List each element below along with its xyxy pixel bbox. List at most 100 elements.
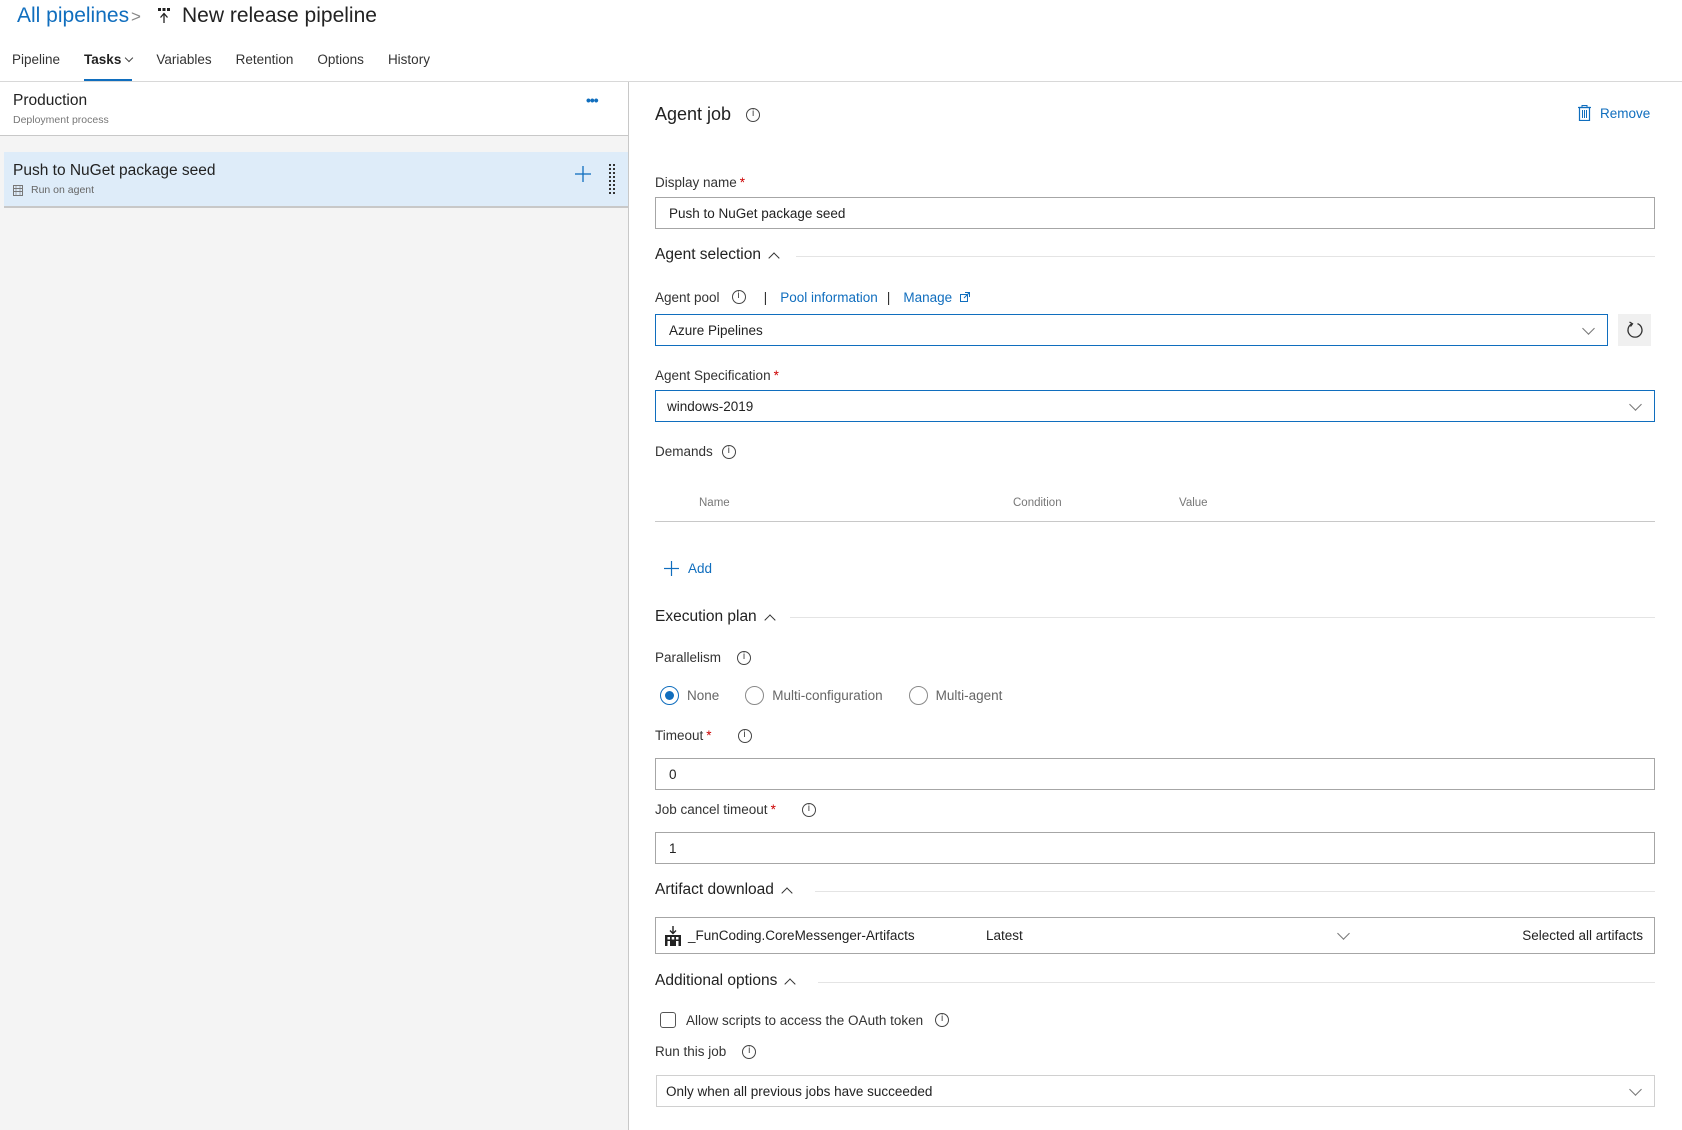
info-icon[interactable] xyxy=(721,444,736,459)
refresh-icon xyxy=(1626,321,1643,338)
run-this-job-select[interactable]: Only when all previous jobs have succeed… xyxy=(656,1075,1655,1107)
display-name-label-text: Display name xyxy=(655,175,737,190)
radio-label: Multi-agent xyxy=(935,688,1003,703)
job-subtitle: Run on agent xyxy=(31,184,95,196)
agent-pool-select[interactable]: Azure Pipelines xyxy=(655,314,1608,346)
radio-button[interactable] xyxy=(745,686,765,705)
radio-label: Multi-configuration xyxy=(772,688,883,703)
required-mark: * xyxy=(773,368,779,383)
drag-handle-icon[interactable] xyxy=(608,164,616,194)
oauth-token-checkbox[interactable] xyxy=(660,1012,676,1028)
demands-row: Demands xyxy=(655,444,736,459)
agent-specification-label: Agent Specification * xyxy=(655,368,779,383)
info-icon[interactable] xyxy=(935,1013,950,1027)
tab-label: Pipeline xyxy=(12,52,61,67)
timeout-row: Timeout * xyxy=(655,728,752,743)
pool-information-link[interactable]: Pool information xyxy=(780,290,878,305)
job-name: Push to NuGet package seed xyxy=(13,162,216,179)
chevron-up-icon xyxy=(781,887,793,899)
oauth-token-label[interactable]: Allow scripts to access the OAuth token xyxy=(686,1013,923,1028)
display-name-input[interactable]: Push to NuGet package seed xyxy=(655,197,1655,229)
demands-label: Demands xyxy=(655,444,713,459)
radio-none[interactable]: None xyxy=(660,686,719,705)
execution-plan-header[interactable]: Execution plan xyxy=(655,608,776,626)
agent-specification-select[interactable]: windows-2019 xyxy=(655,390,1655,422)
tab-pipeline[interactable]: Pipeline xyxy=(0,50,72,81)
radio-label: None xyxy=(687,688,720,703)
section-divider xyxy=(815,891,1655,892)
stage-header[interactable]: Production Deployment process ••• xyxy=(0,82,628,136)
add-demand-button[interactable]: Add xyxy=(664,561,712,576)
demands-table-divider xyxy=(655,521,1655,522)
more-options-icon[interactable]: ••• xyxy=(586,92,599,108)
agent-selection-header[interactable]: Agent selection xyxy=(655,246,780,264)
artifact-version[interactable]: Latest xyxy=(986,928,1023,943)
tab-label: Tasks xyxy=(84,52,122,67)
agent-job-title-text: Agent job xyxy=(655,104,732,124)
job-cancel-timeout-row: Job cancel timeout * xyxy=(655,802,816,817)
required-mark: * xyxy=(770,802,776,817)
radio-multi-agent[interactable]: Multi-agent xyxy=(908,686,1003,705)
tab-variables[interactable]: Variables xyxy=(144,50,223,81)
add-label: Add xyxy=(688,561,713,576)
radio-button[interactable] xyxy=(660,686,679,705)
artifact-selection[interactable]: Selected all artifacts xyxy=(1522,928,1643,943)
timeout-input[interactable]: 0 xyxy=(655,758,1655,790)
timeout-value: 0 xyxy=(669,766,677,782)
tab-tasks[interactable]: Tasks xyxy=(72,50,144,81)
separator: | xyxy=(763,289,768,305)
chevron-up-icon xyxy=(764,614,776,626)
job-cancel-timeout-value: 1 xyxy=(669,840,677,856)
display-name-label: Display name * xyxy=(655,175,745,190)
external-link-icon[interactable] xyxy=(960,292,971,302)
chevron-down-icon[interactable] xyxy=(1337,927,1350,940)
info-icon[interactable] xyxy=(746,108,761,122)
remove-job-button[interactable]: Remove xyxy=(1578,105,1650,121)
info-icon[interactable] xyxy=(742,1044,757,1059)
additional-options-heading: Additional options xyxy=(655,972,778,989)
demands-column-value[interactable]: Value xyxy=(1179,497,1208,509)
job-cancel-timeout-input[interactable]: 1 xyxy=(655,832,1655,864)
run-this-job-value: Only when all previous jobs have succeed… xyxy=(666,1083,933,1099)
demands-column-name[interactable]: Name xyxy=(699,497,730,509)
tab-history[interactable]: History xyxy=(376,50,442,81)
additional-options-header[interactable]: Additional options xyxy=(655,972,797,990)
add-task-icon[interactable] xyxy=(574,165,592,183)
demands-column-condition[interactable]: Condition xyxy=(1013,497,1062,509)
chevron-up-icon xyxy=(768,252,780,264)
radio-multi-configuration[interactable]: Multi-configuration xyxy=(745,686,883,705)
chevron-down-icon xyxy=(1582,322,1595,335)
chevron-up-icon xyxy=(784,978,797,990)
agent-job-row[interactable]: Push to NuGet package seed Run on agent xyxy=(4,152,628,208)
agent-selection-heading: Agent selection xyxy=(655,246,761,263)
stage-name: Production xyxy=(13,92,88,109)
info-icon[interactable] xyxy=(737,728,752,743)
artifact-row[interactable]: _FunCoding.CoreMessenger-Artifacts Lates… xyxy=(655,917,1655,954)
artifact-download-header[interactable]: Artifact download xyxy=(655,881,793,899)
tab-options[interactable]: Options xyxy=(305,50,376,81)
required-mark: * xyxy=(739,175,746,190)
tab-retention[interactable]: Retention xyxy=(224,50,306,81)
stage-subtitle: Deployment process xyxy=(13,114,109,126)
tab-label: Options xyxy=(317,52,364,67)
agent-pool-value: Azure Pipelines xyxy=(669,322,763,338)
chevron-down-icon xyxy=(1629,398,1642,411)
refresh-button[interactable] xyxy=(1618,314,1651,346)
server-icon xyxy=(13,185,23,196)
separator: | xyxy=(886,289,891,305)
info-icon[interactable] xyxy=(731,290,746,304)
agent-pool-row: Agent pool | Pool information | Manage xyxy=(655,289,971,305)
release-pipeline-icon xyxy=(158,8,170,23)
breadcrumb-all-pipelines-link[interactable]: All pipelines xyxy=(17,4,129,28)
info-icon[interactable] xyxy=(801,802,816,817)
tab-label: Retention xyxy=(235,52,294,67)
run-this-job-row: Run this job xyxy=(655,1044,757,1059)
run-this-job-label: Run this job xyxy=(655,1044,727,1059)
manage-link[interactable]: Manage xyxy=(903,290,952,305)
radio-button[interactable] xyxy=(908,686,928,705)
breadcrumb-separator: > xyxy=(131,7,141,26)
chevron-down-icon xyxy=(1629,1083,1642,1096)
info-icon[interactable] xyxy=(737,650,752,665)
artifact-name: _FunCoding.CoreMessenger-Artifacts xyxy=(688,928,915,943)
release-pipeline-editor: All pipelines > New release pipeline Pip… xyxy=(0,0,1682,1130)
